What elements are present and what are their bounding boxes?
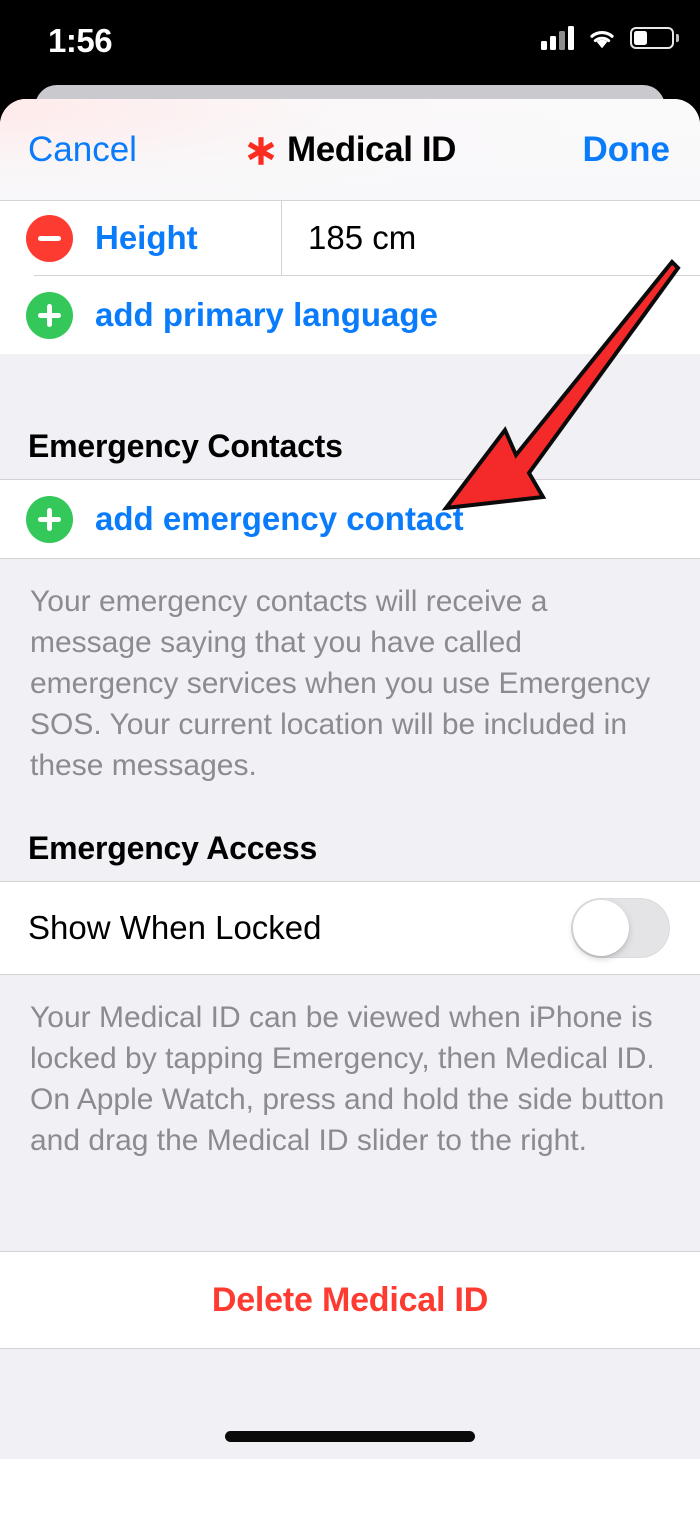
plus-circle-icon[interactable] (26, 495, 73, 543)
add-emergency-contact-row[interactable]: add emergency contact (0, 480, 700, 558)
delete-medical-id-label: Delete Medical ID (211, 1280, 489, 1319)
toggle-knob (573, 900, 629, 956)
add-primary-language-label: add primary language (95, 296, 438, 333)
status-bar-indicators (541, 26, 679, 50)
navigation-bar: Cancel Medical ID Done (0, 99, 700, 200)
cancel-button[interactable]: Cancel (28, 130, 137, 170)
height-row[interactable]: Height 185 cm (0, 201, 700, 275)
section-gap (0, 354, 700, 410)
wifi-icon (587, 27, 617, 50)
height-value[interactable]: 185 cm (308, 219, 416, 257)
emergency-contacts-group: add emergency contact (0, 480, 700, 558)
emergency-contacts-header: Emergency Contacts (0, 410, 700, 479)
home-indicator[interactable] (225, 1431, 475, 1442)
emergency-access-group: Show When Locked (0, 882, 700, 974)
page-title-text: Medical ID (286, 129, 457, 169)
status-bar: 1:56 (0, 0, 700, 92)
bottom-area (0, 1349, 700, 1459)
done-button[interactable]: Done (583, 130, 671, 170)
show-when-locked-toggle[interactable] (571, 898, 670, 958)
fields-group: Height 185 cm add primary language (0, 201, 700, 354)
emergency-access-footnote: Your Medical ID can be viewed when iPhon… (0, 975, 700, 1187)
delete-medical-id-row[interactable]: Delete Medical ID (0, 1252, 700, 1348)
medical-id-sheet: Cancel Medical ID Done Height 185 cm add… (0, 99, 700, 1516)
section-gap (0, 1187, 700, 1251)
add-primary-language-row[interactable]: add primary language (0, 276, 700, 354)
plus-circle-icon[interactable] (26, 291, 73, 339)
show-when-locked-row[interactable]: Show When Locked (0, 882, 700, 974)
show-when-locked-label: Show When Locked (28, 909, 322, 946)
emergency-contacts-footnote: Your emergency contacts will receive a m… (0, 559, 700, 812)
minus-circle-icon[interactable] (26, 214, 73, 262)
settings-list: Height 185 cm add primary language Emerg… (0, 200, 700, 1459)
row-column-divider (281, 201, 282, 275)
cellular-bars-icon (541, 26, 574, 50)
status-bar-time: 1:56 (48, 22, 113, 59)
height-row-label: Height (95, 219, 198, 256)
medical-id-asterisk-icon (244, 134, 278, 168)
iphone-screen: 1:56 Cancel Medical ID Done Height 185 c… (0, 0, 700, 1516)
emergency-access-header: Emergency Access (0, 812, 700, 881)
battery-icon (630, 27, 679, 49)
emergency-contacts-header-text: Emergency Contacts (28, 428, 343, 464)
emergency-access-header-text: Emergency Access (28, 830, 318, 866)
add-emergency-contact-label: add emergency contact (95, 500, 464, 537)
